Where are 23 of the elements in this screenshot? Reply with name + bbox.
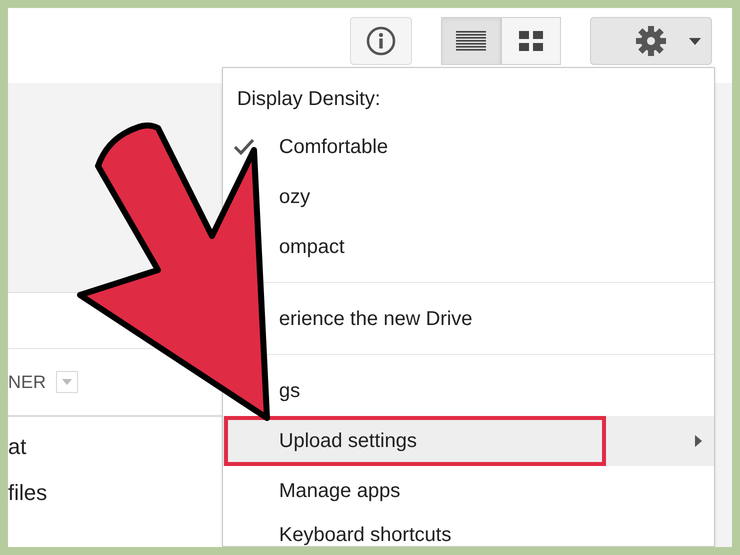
grid-icon [519, 31, 543, 51]
menu-item[interactable]: Manage apps [279, 476, 400, 506]
menu-item-label: Upload settings [279, 429, 417, 454]
settings-icon [635, 25, 667, 57]
menu-item[interactable]: ozy [279, 182, 310, 212]
menu-item[interactable]: Keyboard shortcuts [279, 524, 452, 546]
settings-button[interactable] [590, 17, 712, 65]
column-header[interactable]: NER [8, 368, 46, 396]
caret-icon [62, 379, 72, 385]
list-icon [456, 31, 486, 51]
info-button[interactable] [350, 17, 412, 65]
menu-heading: Display Density: [237, 86, 380, 112]
menu-item[interactable]: Upload settings [223, 416, 714, 466]
file-name[interactable]: at [8, 430, 26, 463]
menu-item[interactable]: Comfortable [279, 132, 388, 162]
info-icon [366, 26, 396, 56]
menu-item[interactable]: gs [279, 376, 300, 406]
menu-item[interactable]: erience the new Drive [279, 304, 472, 334]
caret-icon [689, 38, 701, 44]
menu-item[interactable]: ompact [279, 232, 345, 262]
file-name[interactable]: files [8, 476, 48, 509]
view-toggle-button[interactable] [441, 17, 501, 65]
view-toggle-button[interactable] [501, 17, 561, 65]
